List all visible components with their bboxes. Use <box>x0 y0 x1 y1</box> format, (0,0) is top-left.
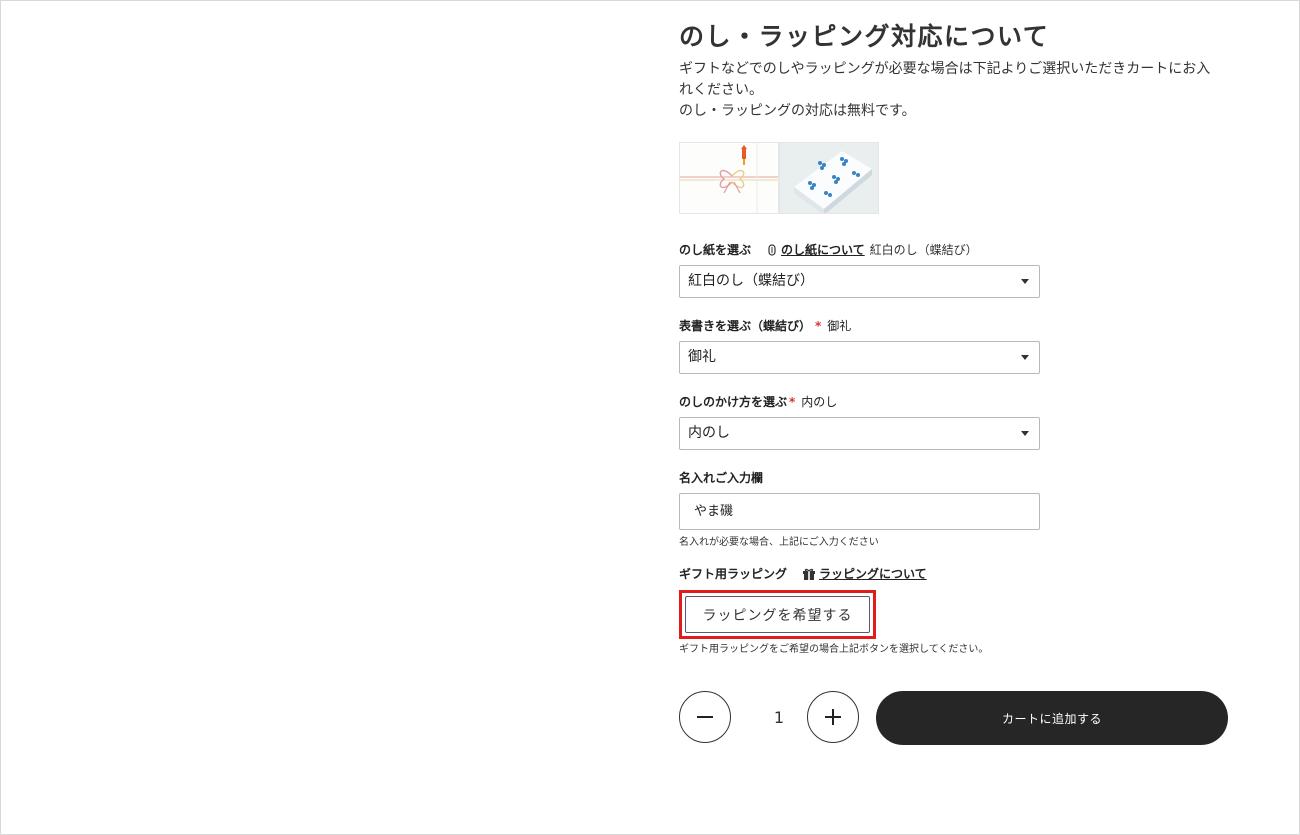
chevron-down-icon <box>1021 355 1029 360</box>
omotegaki-selected: 御礼 <box>688 349 716 365</box>
wrapping-image <box>779 142 879 214</box>
omotegaki-select[interactable]: 御礼 <box>679 341 1040 374</box>
required-mark: * <box>789 395 796 409</box>
noshi-paper-select[interactable]: 紅白のし（蝶結び） <box>679 265 1040 298</box>
wrapping-label: ギフト用ラッピング <box>679 567 788 581</box>
section-description: ギフトなどでのしやラッピングが必要な場合は下記よりご選択いただきカートにお入れく… <box>679 59 1224 122</box>
omotegaki-label: 表書きを選ぶ（蝶結び） <box>679 319 812 333</box>
noshi-paper-info-link[interactable]: のし紙について <box>781 242 865 258</box>
name-entry-field: 名入れご入力欄 やま磯 名入れが必要な場合、上記にご入力ください <box>679 470 1229 550</box>
description-line-2: のし・ラッピングの対応は無料です。 <box>679 103 916 119</box>
wrapping-hint: ギフト用ラッピングをご希望の場合上記ボタンを選択してください。 <box>679 644 989 655</box>
noshi-method-field: のしのかけ方を選ぶ * 内のし 内のし <box>679 394 1229 450</box>
name-entry-hint: 名入れが必要な場合、上記にご入力ください <box>679 537 879 548</box>
cart-controls: 1 カートに追加する <box>679 690 1229 746</box>
required-mark: * <box>815 319 822 333</box>
wrapping-info-link[interactable]: ラッピングについて <box>819 566 927 582</box>
request-wrapping-button[interactable]: ラッピングを希望する <box>685 596 870 633</box>
noshi-image <box>679 142 779 214</box>
noshi-paper-selected: 紅白のし（蝶結び） <box>688 273 814 289</box>
wrapping-button-highlight: ラッピングを希望する <box>679 590 876 639</box>
noshi-paper-label: のし紙を選ぶ <box>679 243 752 257</box>
plus-icon <box>825 709 841 725</box>
noshi-paper-field: のし紙を選ぶ のし紙について 紅白のし（蝶結び） 紅白のし（蝶結び） <box>679 242 1229 298</box>
gift-images <box>679 142 1229 216</box>
noshi-method-label: のしのかけ方を選ぶ <box>679 395 788 409</box>
noshi-icon <box>767 244 777 256</box>
noshi-method-selected: 内のし <box>688 425 730 441</box>
quantity-value[interactable]: 1 <box>749 691 809 745</box>
name-entry-input[interactable]: やま磯 <box>679 493 1040 530</box>
noshi-method-current-value: 内のし <box>801 395 838 409</box>
noshi-illustration <box>680 143 778 213</box>
chevron-down-icon <box>1021 431 1029 436</box>
decrease-quantity-button[interactable] <box>679 691 731 743</box>
wrapping-field: ギフト用ラッピング ラッピングについて ラッピングを希望する ギフト用ラッピング… <box>679 566 1229 657</box>
description-line-1: ギフトなどでのしやラッピングが必要な場合は下記よりご選択いただきカートにお入れく… <box>679 61 1211 98</box>
gift-options-panel: のし・ラッピング対応について ギフトなどでのしやラッピングが必要な場合は下記より… <box>679 18 1229 657</box>
gift-icon <box>803 568 816 581</box>
increase-quantity-button[interactable] <box>807 691 859 743</box>
omotegaki-current-value: 御礼 <box>827 319 852 333</box>
noshi-method-select[interactable]: 内のし <box>679 417 1040 450</box>
noshi-paper-current-value: 紅白のし（蝶結び） <box>869 243 978 257</box>
add-to-cart-button[interactable]: カートに追加する <box>876 691 1228 745</box>
minus-icon <box>697 716 713 718</box>
wrapping-illustration <box>780 143 878 213</box>
chevron-down-icon <box>1021 279 1029 284</box>
section-title: のし・ラッピング対応について <box>679 22 1050 51</box>
omotegaki-field: 表書きを選ぶ（蝶結び） * 御礼 御礼 <box>679 318 1229 374</box>
name-entry-label: 名入れご入力欄 <box>679 471 764 485</box>
